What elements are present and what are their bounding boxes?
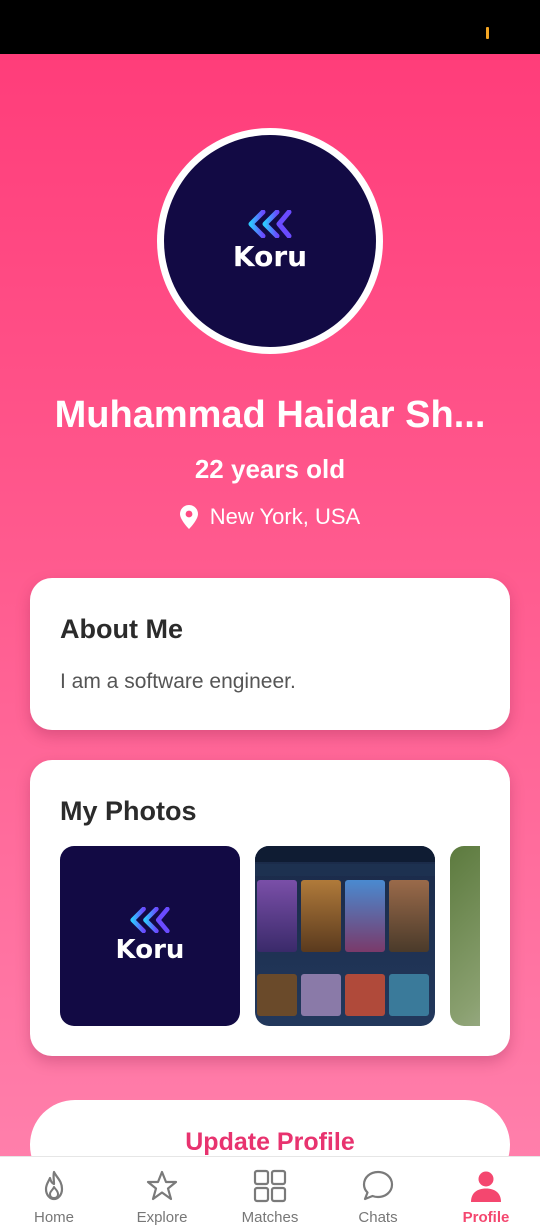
photo-item[interactable] [450, 846, 480, 1026]
location-text: New York, USA [209, 504, 361, 529]
nav-label-matches: Matches [241, 1209, 299, 1226]
hero-thumbnail [389, 974, 429, 1016]
hero-thumbnail [257, 974, 297, 1016]
hero-thumbnail [389, 880, 429, 952]
nav-label-explore: Explore [136, 1209, 188, 1226]
photos-title: My Photos [60, 796, 197, 826]
nav-label-chats: Chats [358, 1209, 398, 1226]
nav-item-chats[interactable]: Chats [324, 1157, 432, 1230]
photo-logo-text: Koru [115, 935, 185, 965]
about-card: About Me I am a software engineer. [30, 578, 510, 730]
hero-thumbnail [345, 880, 385, 952]
person-icon [471, 1171, 501, 1202]
avatar[interactable]: Koru [157, 128, 383, 354]
game-header [255, 846, 435, 862]
chat-icon [362, 1170, 394, 1201]
koru-logo-icon [248, 209, 292, 238]
koru-logo-icon [130, 907, 170, 933]
nav-label-profile: Profile [462, 1209, 510, 1226]
photo-carousel[interactable]: Koru [60, 846, 480, 1026]
nav-item-matches[interactable]: Matches [216, 1157, 324, 1230]
hero-thumbnail [345, 974, 385, 1016]
grid-icon [253, 1169, 287, 1203]
hero-thumbnail [257, 880, 297, 952]
photos-card: My Photos Koru [30, 760, 510, 1056]
location-pin-icon [179, 505, 198, 529]
profile-name: Muhammad Haidar Sh... [54, 394, 486, 436]
profile-screen: Koru Muhammad Haidar Sh... 22 years old … [0, 54, 540, 1156]
nav-item-profile[interactable]: Profile [432, 1157, 540, 1230]
flame-icon [44, 1170, 64, 1201]
star-icon [146, 1170, 178, 1201]
about-text: I am a software engineer. [60, 670, 296, 693]
status-bar [0, 0, 540, 54]
update-profile-label: Update Profile [185, 1128, 355, 1156]
bottom-nav: Home Explore Matches Chats Profile [0, 1156, 540, 1230]
hero-thumbnail [301, 974, 341, 1016]
hero-thumbnail [301, 880, 341, 952]
profile-age: 22 years old [194, 454, 346, 484]
nav-label-home: Home [33, 1209, 74, 1226]
game-tabs [255, 864, 435, 876]
nav-item-home[interactable]: Home [0, 1157, 108, 1230]
nav-item-explore[interactable]: Explore [108, 1157, 216, 1230]
logo-text: Koru [232, 239, 308, 273]
about-title: About Me [60, 614, 183, 644]
photo-item[interactable] [255, 846, 435, 1026]
photo-item[interactable]: Koru [60, 846, 240, 1026]
avatar-image: Koru [164, 135, 376, 347]
profile-location: New York, USA [0, 504, 540, 530]
update-profile-button[interactable]: Update Profile [30, 1100, 510, 1156]
battery-indicator [486, 27, 489, 39]
